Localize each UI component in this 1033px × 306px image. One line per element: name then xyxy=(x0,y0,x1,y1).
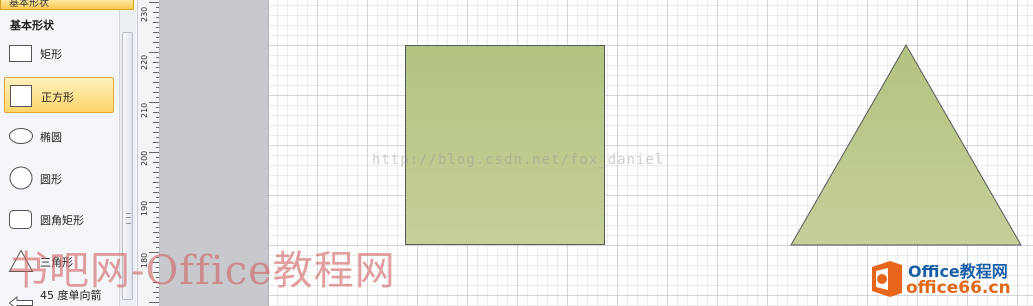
square-shape[interactable] xyxy=(405,45,605,245)
ruler-label: 200 xyxy=(140,150,149,166)
ruler-label: 230 xyxy=(140,6,149,22)
circle-icon xyxy=(9,166,33,190)
scrollbar-grip-icon xyxy=(126,213,131,224)
ruler-label: 190 xyxy=(140,200,149,216)
logo-url: office66.cn xyxy=(906,278,1011,298)
shape-item-ellipse[interactable]: 椭圆 xyxy=(4,118,114,154)
office-logo-icon xyxy=(872,261,902,297)
square-icon xyxy=(10,85,32,107)
shape-item-label: 椭圆 xyxy=(40,131,62,144)
shape-item-rectangle[interactable]: 矩形 xyxy=(4,35,114,71)
shape-item-label: 正方形 xyxy=(41,91,74,104)
shape-item-label: 圆形 xyxy=(40,173,62,186)
stencil-section-title: 基本形状 xyxy=(10,19,54,32)
office-logo: Office教程网 office66.cn xyxy=(868,256,1030,302)
shape-item-label: 圆角矩形 xyxy=(40,214,84,227)
ruler-label: 220 xyxy=(140,54,149,70)
ruler-label: 210 xyxy=(140,102,149,118)
url-watermark: http://blog.csdn.net/fox_daniel xyxy=(372,152,665,168)
shape-item-square[interactable]: 正方形 xyxy=(4,77,114,113)
shape-item-circle[interactable]: 圆形 xyxy=(4,160,114,196)
rectangle-icon xyxy=(9,45,32,62)
shape-item-rounded-rectangle[interactable]: 圆角矩形 xyxy=(4,201,114,237)
site-watermark: 书吧网-Office教程网 xyxy=(8,248,396,294)
shape-item-label: 矩形 xyxy=(40,48,62,61)
stencil-tab[interactable]: 基本形状 xyxy=(0,0,134,10)
rounded-rectangle-icon xyxy=(9,210,32,229)
triangle-shape[interactable] xyxy=(790,43,1024,249)
ellipse-icon xyxy=(9,128,33,144)
